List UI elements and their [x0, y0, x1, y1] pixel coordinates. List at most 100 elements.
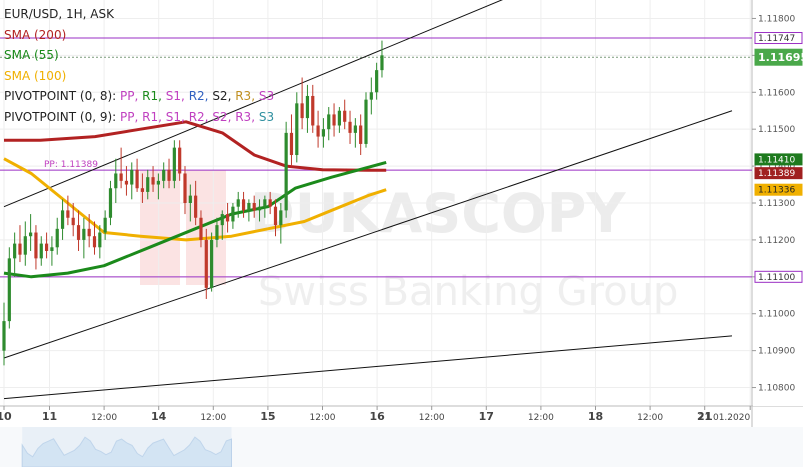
price-tick-label: 1.10900 [758, 347, 795, 357]
candle-body [188, 195, 192, 203]
legend-pivot-8-r1: R1, [142, 89, 162, 103]
price-tick-label: 1.11200 [758, 236, 795, 246]
candle-body [210, 239, 214, 288]
time-tick-label: 12:00 [200, 413, 226, 423]
legend-pivot-8[interactable]: PIVOTPOINT (0, 8): PP, R1, S1, R2, S2, R… [4, 86, 274, 107]
candle-body [130, 169, 134, 185]
time-tick-label: 12:00 [637, 413, 663, 423]
price-tick-label: 1.10800 [758, 384, 795, 394]
legend-sma100[interactable]: SMA (100) [4, 66, 274, 87]
candle-body [311, 95, 315, 126]
time-tick-label: 15 [260, 410, 275, 423]
candle-body [172, 147, 176, 181]
candle-body [295, 103, 299, 156]
time-tick-label: 18 [588, 410, 603, 423]
legend-sma200[interactable]: SMA (200) [4, 25, 274, 46]
legend-pivot-8-r3: R3, [235, 89, 256, 103]
price-marker-label: 1.11695 [758, 51, 803, 64]
candle-body [140, 188, 145, 192]
candle-body [92, 236, 97, 248]
candle-body [364, 99, 368, 144]
price-marker-label: 1.11747 [758, 34, 795, 44]
candle-body [359, 125, 363, 144]
candle-body [98, 232, 102, 248]
candle-body [263, 199, 267, 207]
time-tick-label: 12:00 [419, 413, 445, 423]
candle-body [353, 125, 357, 133]
time-tick-label: 12:00 [91, 413, 117, 423]
candle-body [34, 232, 38, 259]
candle-body [305, 95, 310, 119]
candle-body [44, 243, 49, 251]
time-tick-label: 17 [479, 410, 494, 423]
price-tick-label: 1.11000 [758, 310, 795, 320]
legend-pivot-9-r2: R2, [188, 109, 209, 124]
candle-body [273, 206, 278, 226]
legend-sma55[interactable]: SMA (55) [4, 45, 274, 66]
legend-pivot-9[interactable]: PIVOTPOINT (0, 9): PP, R1, S1, R2, S2, R… [4, 107, 274, 128]
price-tick-label: 1.11500 [758, 125, 795, 135]
candle-body [220, 214, 224, 226]
navigator-window [22, 427, 232, 467]
candle-body [124, 180, 129, 185]
candle-body [343, 110, 347, 122]
candle-body [204, 239, 208, 288]
candle-body [87, 228, 91, 237]
candle-body [289, 132, 294, 156]
candle-body [39, 243, 43, 259]
candle-body [321, 129, 326, 137]
candle-body [327, 114, 331, 130]
price-tick-label: 1.11300 [758, 199, 795, 209]
time-tick-label: 16 [369, 410, 385, 423]
price-tick-label: 1.11600 [758, 88, 795, 98]
chart-legend: EUR/USD, 1H, ASK SMA (200) SMA (55) SMA … [4, 4, 274, 127]
candle-body [50, 247, 54, 251]
legend-pivot-8-s3: S3 [258, 89, 275, 103]
legend-pivot-9-s3: S3 [258, 109, 275, 124]
candle-body [60, 210, 65, 229]
legend-pivot-8-prefix: PIVOTPOINT (0, 8): [4, 89, 117, 103]
candle-body [194, 195, 198, 218]
time-tick-label: 14 [151, 410, 167, 423]
pivot-pp-label: PP: 1.11389 [44, 160, 98, 170]
candle-body [252, 203, 256, 211]
time-tick-label: 12:00 [310, 413, 336, 423]
candle-body [199, 217, 203, 240]
price-marker-label: 1.11410 [758, 155, 795, 165]
candle-body [13, 243, 17, 259]
legend-pivot-9-s1: S1, [165, 109, 185, 124]
candle-body [178, 147, 182, 174]
candle-body [225, 214, 230, 222]
price-marker-label: 1.11100 [758, 273, 795, 283]
candle-body [236, 199, 240, 207]
legend-pivot-9-prefix: PIVOTPOINT (0, 9): [4, 109, 117, 124]
candle-body [279, 210, 283, 226]
candle-body [247, 203, 251, 211]
candle-body [119, 173, 123, 181]
candle-body [183, 173, 187, 203]
candle-body [76, 225, 81, 240]
candle-body [337, 110, 341, 126]
time-tick-label: 12:00 [528, 413, 554, 423]
time-tick-label: 11 [42, 410, 57, 423]
legend-symbol: EUR/USD, 1H, ASK [4, 7, 114, 21]
price-axis[interactable]: 1.118001.117001.116001.115001.114001.113… [752, 0, 803, 406]
candle-body [135, 169, 139, 189]
candle-body [103, 217, 107, 233]
candle-body [167, 169, 171, 181]
price-marker-label: 1.11336 [758, 186, 795, 196]
candle-body [375, 70, 379, 93]
candle-body [257, 206, 262, 211]
candle-body [146, 177, 150, 192]
legend-pivot-9-r3: R3, [235, 109, 256, 124]
time-tick-label: 10 [0, 410, 12, 423]
legend-pivot-9-s2: S2, [212, 109, 232, 124]
watermark-brand: DUKASCOPY [250, 182, 626, 245]
candle-body [162, 169, 166, 181]
candle-body [7, 258, 11, 322]
candle-body [316, 125, 320, 137]
candle-body [2, 321, 6, 351]
legend-pivot-9-pp: PP, [120, 109, 139, 124]
candle-body [114, 173, 118, 189]
navigator-scroller[interactable] [0, 427, 803, 467]
